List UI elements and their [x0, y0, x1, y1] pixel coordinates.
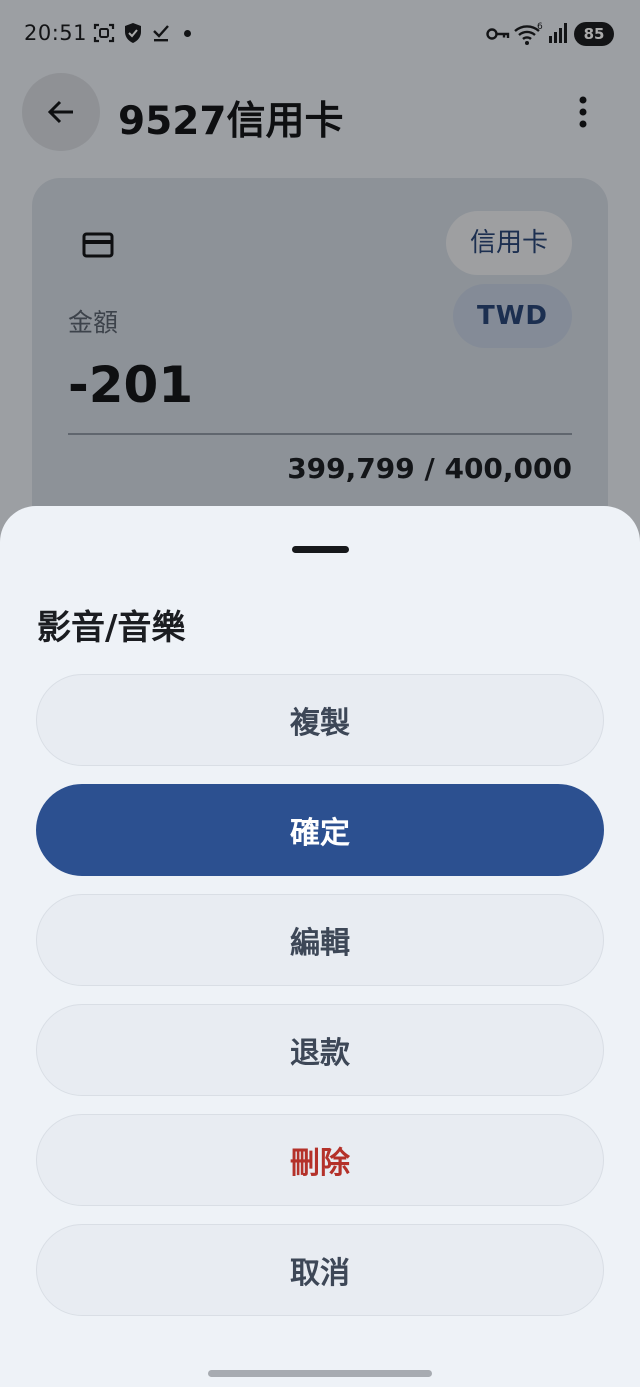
refund-button[interactable]: 退款 [36, 1004, 604, 1096]
delete-button[interactable]: 刪除 [36, 1114, 604, 1206]
cancel-button[interactable]: 取消 [36, 1224, 604, 1316]
sheet-title: 影音/音樂 [37, 608, 186, 648]
confirm-button[interactable]: 確定 [36, 784, 604, 876]
drag-handle[interactable] [292, 546, 349, 553]
gesture-nav-bar[interactable] [208, 1370, 432, 1377]
edit-button[interactable]: 編輯 [36, 894, 604, 986]
copy-button[interactable]: 複製 [36, 674, 604, 766]
bottom-sheet: 影音/音樂 複製 確定 編輯 退款 刪除 取消 [0, 506, 640, 1387]
transaction-page: 20:51 6 85 9527信用卡 信用卡 TWD 金額 -201 399,7… [0, 0, 640, 1387]
